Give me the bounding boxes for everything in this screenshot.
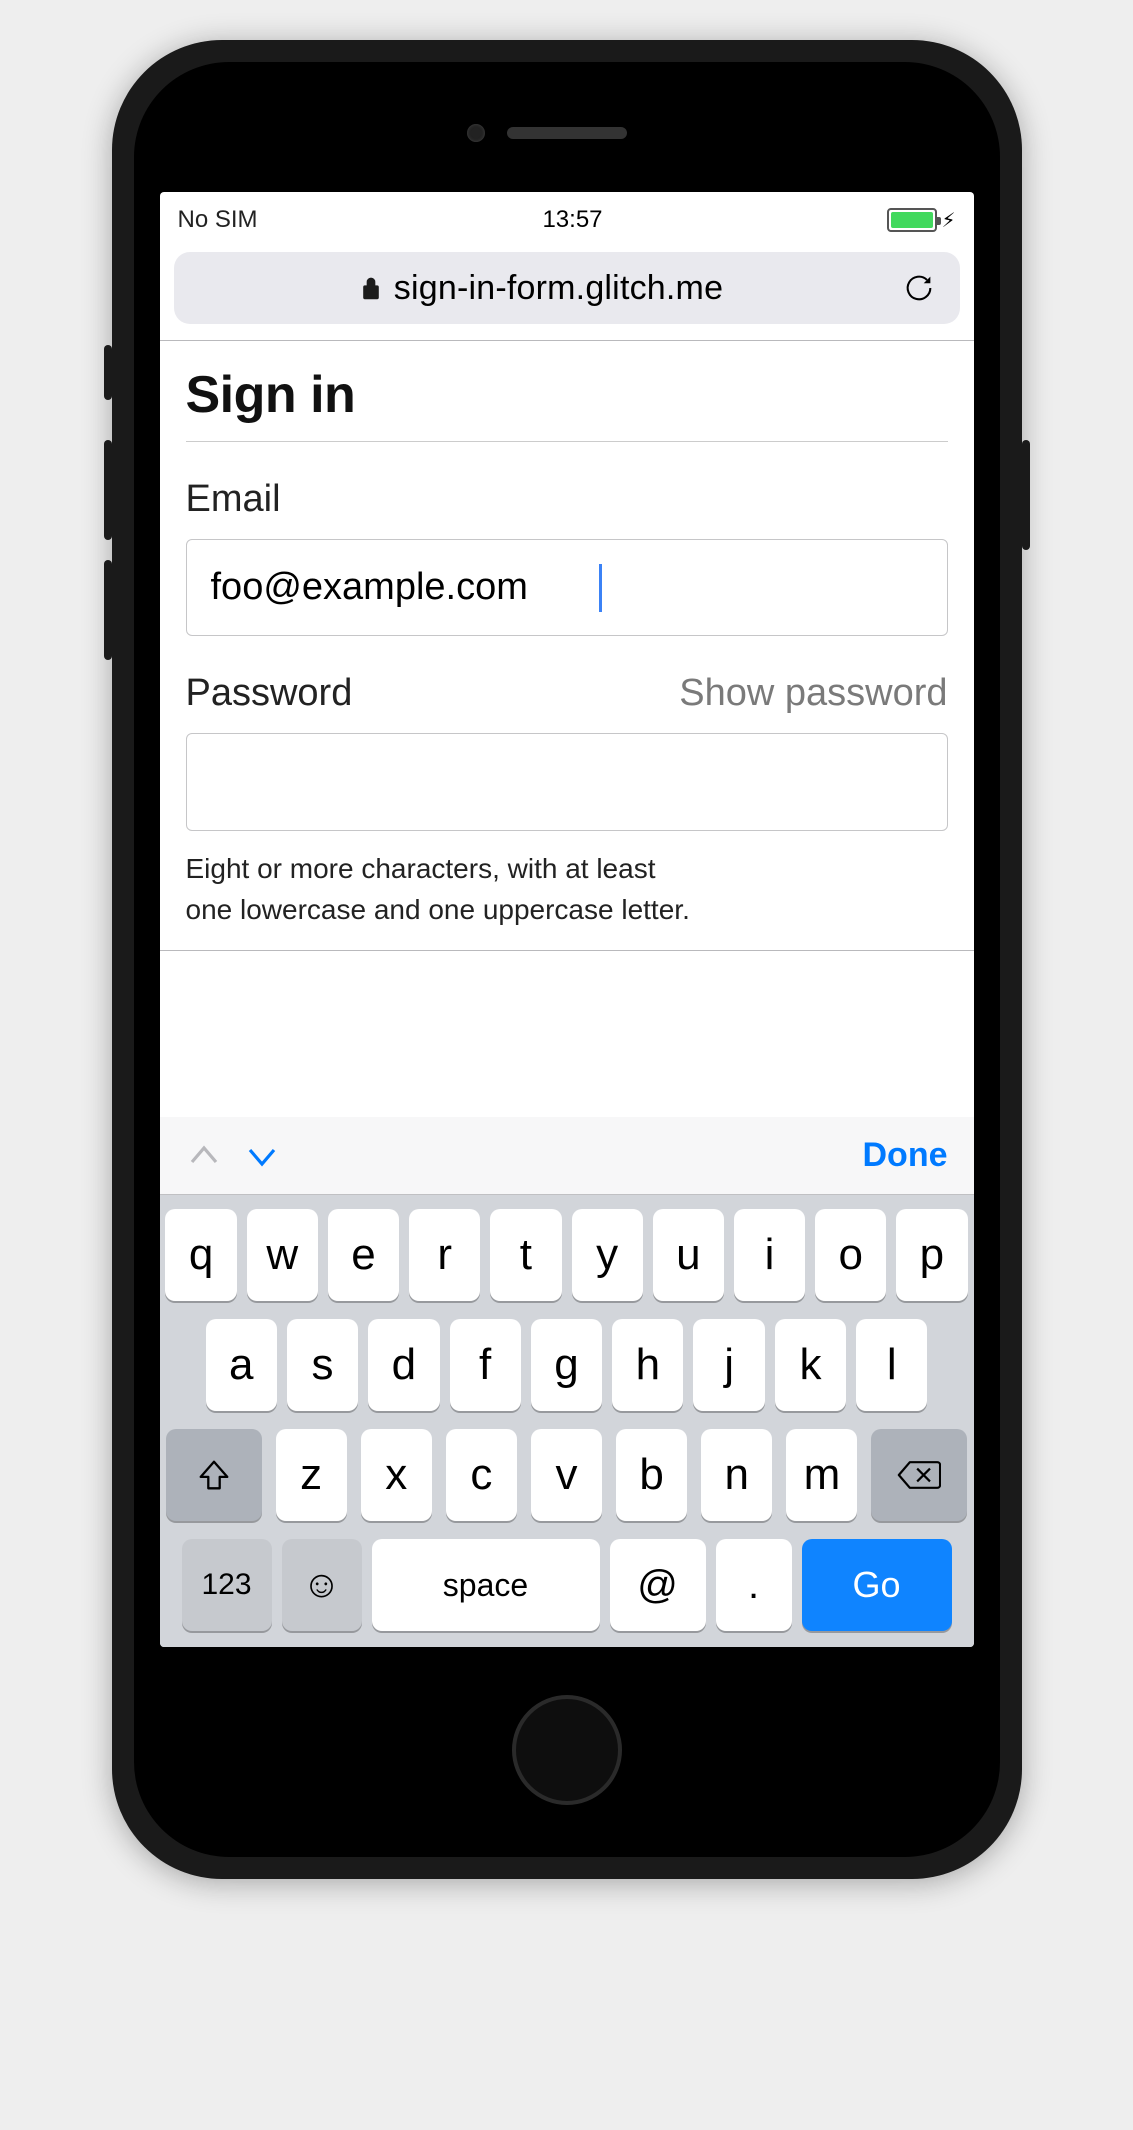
- key-j[interactable]: j: [693, 1319, 764, 1411]
- key-s[interactable]: s: [287, 1319, 358, 1411]
- page-title: Sign in: [186, 365, 948, 442]
- key-o[interactable]: o: [815, 1209, 886, 1301]
- password-field[interactable]: [186, 733, 948, 831]
- key-t[interactable]: t: [490, 1209, 561, 1301]
- charging-icon: ⚡︎: [941, 208, 955, 233]
- key-k[interactable]: k: [775, 1319, 846, 1411]
- key-x[interactable]: x: [361, 1429, 432, 1521]
- password-hint: Eight or more characters, with at least …: [186, 849, 948, 930]
- key-c[interactable]: c: [446, 1429, 517, 1521]
- power-button: [1022, 440, 1030, 550]
- text-cursor: [599, 564, 602, 612]
- key-n[interactable]: n: [701, 1429, 772, 1521]
- key-z[interactable]: z: [276, 1429, 347, 1521]
- address-bar[interactable]: sign-in-form.glitch.me: [174, 252, 960, 324]
- key-w[interactable]: w: [247, 1209, 318, 1301]
- earpiece-speaker: [507, 127, 627, 139]
- carrier-label: No SIM: [178, 206, 258, 234]
- iphone-device-frame: No SIM 13:57 ⚡︎ sign-in-form.glitch.me: [112, 40, 1022, 1879]
- front-camera: [467, 124, 485, 142]
- show-password-toggle[interactable]: Show password: [679, 672, 947, 715]
- screen: No SIM 13:57 ⚡︎ sign-in-form.glitch.me: [160, 192, 974, 1647]
- key-m[interactable]: m: [786, 1429, 857, 1521]
- password-label: Password: [186, 672, 353, 715]
- go-key[interactable]: Go: [802, 1539, 952, 1631]
- next-field-icon[interactable]: [244, 1138, 280, 1174]
- page-content: Sign in Email Password Show password Eig…: [160, 341, 974, 950]
- space-key[interactable]: space: [372, 1539, 600, 1631]
- shift-key[interactable]: [166, 1429, 262, 1521]
- volume-up-button: [104, 440, 112, 540]
- emoji-key[interactable]: ☺: [282, 1539, 362, 1631]
- key-d[interactable]: d: [368, 1319, 439, 1411]
- numeric-mode-key[interactable]: 123: [182, 1539, 272, 1631]
- home-button[interactable]: [512, 1695, 622, 1805]
- key-g[interactable]: g: [531, 1319, 602, 1411]
- key-q[interactable]: q: [165, 1209, 236, 1301]
- key-a[interactable]: a: [206, 1319, 277, 1411]
- previous-field-icon: [186, 1138, 222, 1174]
- key-b[interactable]: b: [616, 1429, 687, 1521]
- at-key[interactable]: @: [610, 1539, 706, 1631]
- battery-icon: [887, 208, 937, 232]
- dot-key[interactable]: .: [716, 1539, 792, 1631]
- key-u[interactable]: u: [653, 1209, 724, 1301]
- key-l[interactable]: l: [856, 1319, 927, 1411]
- phone-bezel: No SIM 13:57 ⚡︎ sign-in-form.glitch.me: [134, 62, 1000, 1857]
- volume-down-button: [104, 560, 112, 660]
- key-e[interactable]: e: [328, 1209, 399, 1301]
- key-i[interactable]: i: [734, 1209, 805, 1301]
- status-bar: No SIM 13:57 ⚡︎: [160, 192, 974, 244]
- mute-switch: [104, 345, 112, 400]
- key-y[interactable]: y: [572, 1209, 643, 1301]
- key-p[interactable]: p: [896, 1209, 967, 1301]
- key-r[interactable]: r: [409, 1209, 480, 1301]
- key-v[interactable]: v: [531, 1429, 602, 1521]
- done-button[interactable]: Done: [863, 1136, 948, 1175]
- reload-icon[interactable]: [902, 271, 936, 305]
- content-spacer: [160, 950, 974, 1117]
- on-screen-keyboard: qwertyuiop asdfghjkl zxcvbnm 123 ☺ space…: [160, 1195, 974, 1647]
- email-field[interactable]: [186, 539, 948, 636]
- lock-icon: [360, 275, 382, 301]
- battery-indicator: ⚡︎: [887, 208, 955, 233]
- keyboard-accessory-bar: Done: [160, 1117, 974, 1195]
- url-text: sign-in-form.glitch.me: [394, 269, 723, 308]
- backspace-key[interactable]: [871, 1429, 967, 1521]
- key-f[interactable]: f: [450, 1319, 521, 1411]
- browser-chrome: sign-in-form.glitch.me: [160, 244, 974, 341]
- clock-label: 13:57: [542, 206, 602, 234]
- email-label: Email: [186, 478, 948, 521]
- key-h[interactable]: h: [612, 1319, 683, 1411]
